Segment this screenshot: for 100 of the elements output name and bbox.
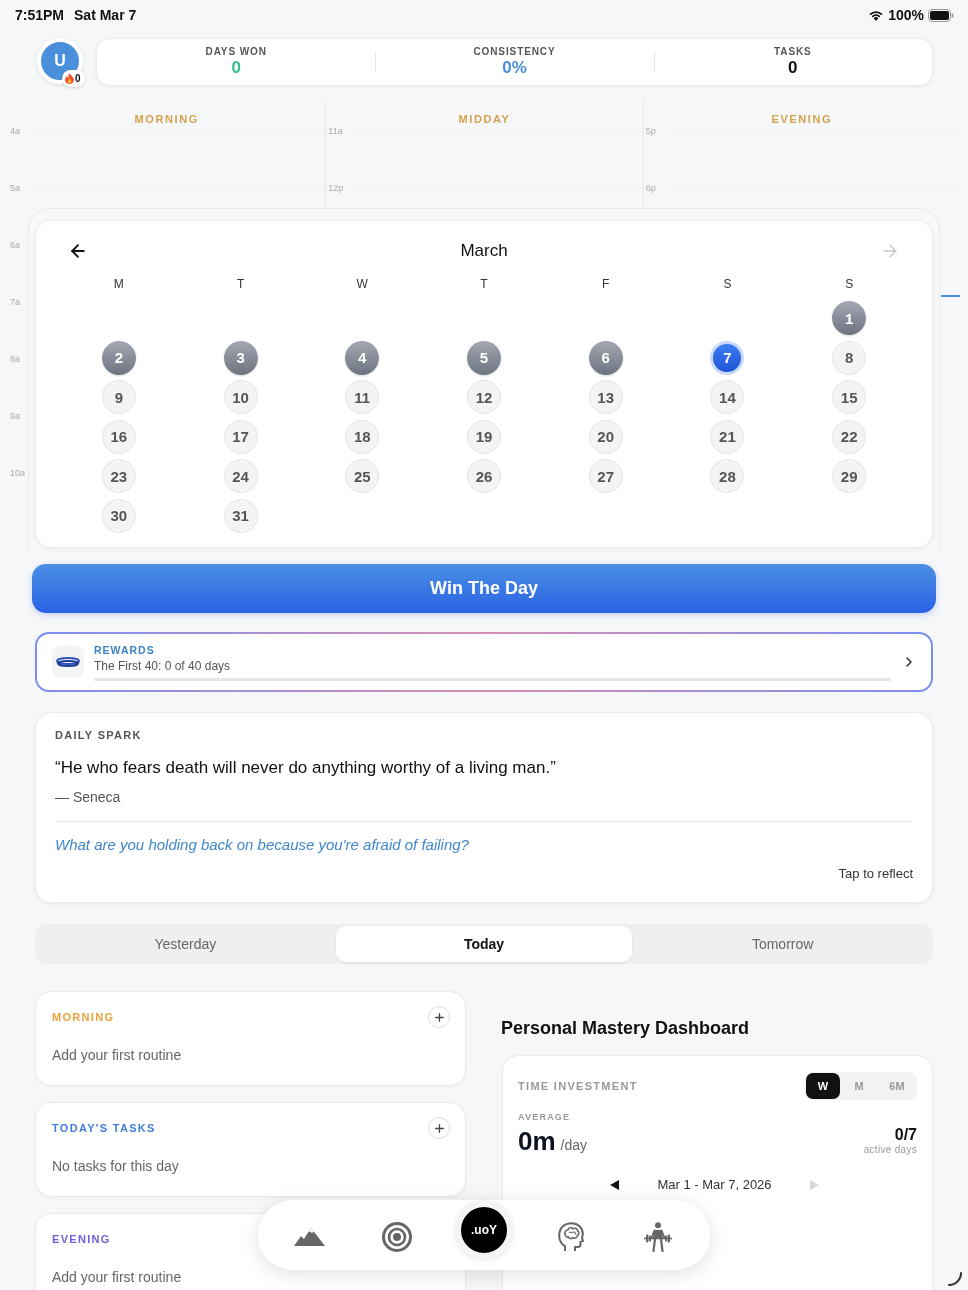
add-button[interactable] xyxy=(428,1006,450,1028)
hour-label: 7a xyxy=(9,296,21,309)
active-days-label: active days xyxy=(863,1144,917,1156)
stat-label: DAYS WON xyxy=(205,46,267,58)
calendar-day[interactable]: 1 xyxy=(832,301,867,335)
current-time-marker xyxy=(941,295,960,297)
timeline-column-label: MIDDAY xyxy=(458,113,511,125)
calendar-day[interactable]: 28 xyxy=(710,459,745,494)
calendar-day[interactable]: 26 xyxy=(467,459,501,494)
card-label: TIME INVESTMENT xyxy=(518,1079,638,1093)
previous-icon[interactable] xyxy=(610,1180,620,1190)
empty-state-text: Add your first routine xyxy=(52,1047,183,1063)
weekday-label: F xyxy=(602,276,610,292)
hour-label: 4a xyxy=(9,125,21,138)
add-button[interactable] xyxy=(428,1117,450,1139)
calendar-day[interactable]: 9 xyxy=(101,380,136,415)
calendar-day[interactable]: 14 xyxy=(710,380,745,415)
calendar-day[interactable]: 27 xyxy=(588,459,623,494)
month-title: March xyxy=(460,241,508,261)
target-icon[interactable] xyxy=(381,1222,412,1252)
status-time: 7:51PM xyxy=(15,7,65,23)
weekday-label: M xyxy=(113,276,124,292)
calendar-day[interactable]: 15 xyxy=(832,380,867,415)
hour-label: 8a xyxy=(9,353,21,366)
weekday-label: S xyxy=(723,276,732,292)
weekday-label: T xyxy=(480,276,488,292)
calendar-day[interactable]: 10 xyxy=(223,380,258,415)
calendar-day[interactable]: 17 xyxy=(223,419,258,454)
win-the-day-button[interactable]: Win The Day xyxy=(32,564,936,613)
hour-label: 11a xyxy=(327,125,344,138)
rings-icon xyxy=(52,646,84,678)
section-title: EVENING xyxy=(52,1232,111,1246)
stat-value: 0 xyxy=(231,58,241,78)
hour-label: 9a xyxy=(9,410,21,423)
average-unit: /day xyxy=(560,1136,588,1154)
empty-state-text: Add your first routine xyxy=(52,1269,183,1285)
hour-label: 5a xyxy=(9,182,21,195)
weightlifter-icon[interactable] xyxy=(642,1222,675,1252)
you-button[interactable]: .uoY xyxy=(454,1200,514,1260)
weekday-label: S xyxy=(845,276,854,292)
brain-head-icon[interactable] xyxy=(558,1222,585,1252)
status-date: Sat Mar 7 xyxy=(74,7,137,23)
section-title: TODAY'S TASKS xyxy=(52,1121,156,1135)
calendar-day[interactable]: 29 xyxy=(832,459,867,494)
range-option[interactable]: W xyxy=(806,1073,840,1099)
stat-value: 0% xyxy=(502,58,527,78)
hour-label: 10a xyxy=(9,467,26,480)
rewards-label: REWARDS xyxy=(94,643,156,657)
empty-state-text: No tasks for this day xyxy=(52,1158,180,1174)
quote-text: “He who fears death will never do anything worthy of a living man.” xyxy=(55,757,557,779)
calendar-day[interactable]: 22 xyxy=(832,419,867,454)
timeline-column-label: MORNING xyxy=(134,113,199,125)
date-range-label: Mar 1 - Mar 7, 2026 xyxy=(657,1176,772,1194)
flame-icon xyxy=(65,73,74,84)
section-title: MORNING xyxy=(52,1010,115,1024)
dashboard-title: Personal Mastery Dashboard xyxy=(501,1017,751,1039)
calendar-day[interactable]: 23 xyxy=(101,459,136,494)
calendar-day[interactable]: 7 xyxy=(710,340,745,375)
average-label: AVERAGE xyxy=(518,1111,572,1123)
day-tab[interactable]: Today xyxy=(335,926,633,962)
quote-author: — Seneca xyxy=(55,788,122,806)
battery-icon xyxy=(928,8,954,22)
calendar-day[interactable]: 21 xyxy=(710,419,745,454)
battery-percent: 100% xyxy=(888,7,924,23)
calendar-day[interactable]: 12 xyxy=(467,380,501,415)
mountains-icon[interactable] xyxy=(294,1228,326,1246)
calendar-day[interactable]: 13 xyxy=(588,380,623,415)
plus-icon xyxy=(432,1121,446,1135)
stat-value: 0 xyxy=(788,58,798,78)
calendar-day[interactable]: 19 xyxy=(467,419,501,454)
weekday-label: T xyxy=(236,276,245,292)
streak-count: 0 xyxy=(75,72,81,85)
hour-label: 6p xyxy=(644,182,657,195)
stat-label: CONSISTENCY xyxy=(473,46,556,58)
rewards-card[interactable]: REWARDS The First 40: 0 of 40 days xyxy=(35,632,933,692)
calendar-day[interactable]: 24 xyxy=(223,459,258,494)
timeline-column-label: EVENING xyxy=(771,113,833,125)
wifi-icon xyxy=(868,9,885,21)
calendar-day[interactable]: 31 xyxy=(223,498,258,533)
average-value: 0m xyxy=(518,1126,556,1156)
stat-label: TASKS xyxy=(774,46,812,58)
calendar-day[interactable]: 16 xyxy=(101,419,136,454)
calendar-day[interactable]: 8 xyxy=(832,340,867,375)
hour-label: 6a xyxy=(9,239,21,252)
hour-label: 5p xyxy=(644,125,657,138)
plus-icon xyxy=(432,1010,446,1024)
tap-to-reflect-link[interactable]: Tap to reflect xyxy=(838,866,913,882)
hour-label: 12p xyxy=(327,182,345,195)
active-days-value: 0/7 xyxy=(894,1126,917,1144)
calendar-day[interactable]: 30 xyxy=(101,498,136,533)
calendar-day[interactable]: 11 xyxy=(345,380,380,415)
reflection-prompt: What are you holding back on because you're afraid of failing? xyxy=(55,835,470,855)
spinner-icon xyxy=(948,1272,962,1286)
daily-spark-label: DAILY SPARK xyxy=(55,728,143,742)
calendar-day[interactable]: 18 xyxy=(345,419,380,454)
day-tab[interactable]: Yesterday xyxy=(37,926,334,962)
day-tab[interactable]: Tomorrow xyxy=(634,926,931,962)
calendar-day[interactable]: 20 xyxy=(588,419,623,454)
rewards-progress-text: The First 40: 0 of 40 days xyxy=(94,658,232,674)
calendar-day[interactable]: 25 xyxy=(345,459,380,494)
